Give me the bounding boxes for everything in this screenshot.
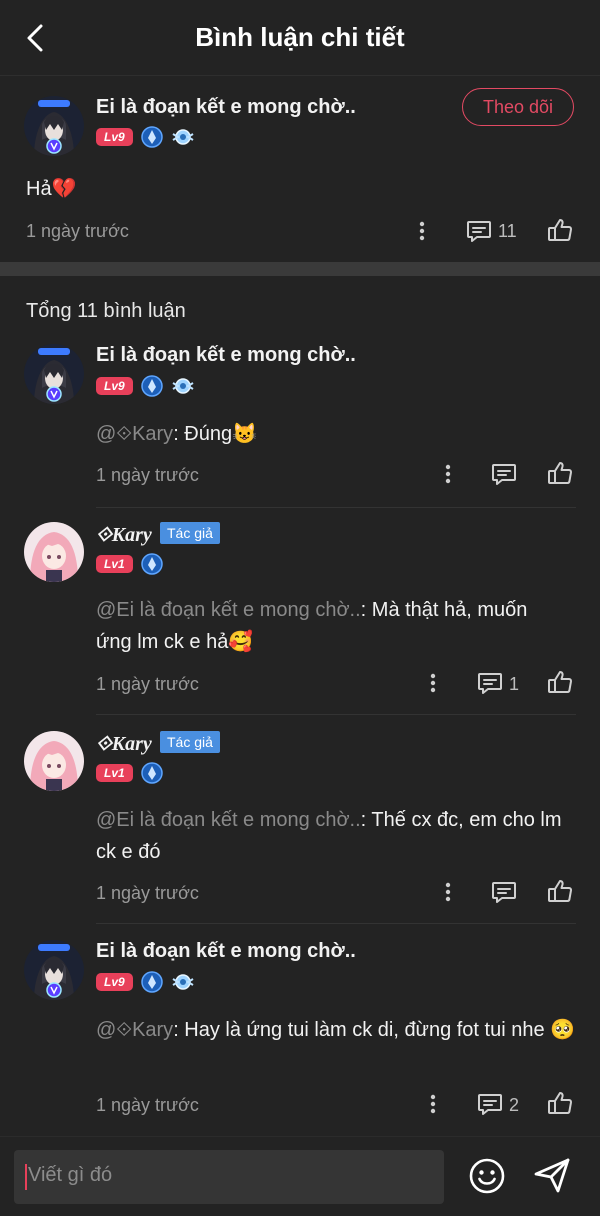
- text-cursor: [25, 1164, 27, 1190]
- reply-item: Ei là đoạn kết e mong chờ.. Lv9 @⟐Kary: …: [0, 926, 600, 1132]
- reply-text: @Ei là đoạn kết e mong chờ..: Thế cx đc,…: [96, 804, 566, 868]
- reply-count: 1: [509, 674, 520, 694]
- more-icon[interactable]: [410, 218, 434, 244]
- wing-medal-icon: [171, 375, 195, 397]
- author-tag: Tác giả: [160, 731, 220, 753]
- username[interactable]: Ei là đoạn kết e mong chờ..: [96, 96, 356, 119]
- badge-row: Lv9: [96, 126, 195, 148]
- more-icon[interactable]: [421, 670, 445, 696]
- reply-text: @Ei là đoạn kết e mong chờ..: Mà thật hả…: [96, 594, 566, 658]
- timestamp: 1 ngày trước: [96, 465, 199, 485]
- separator: [96, 714, 576, 715]
- comment-text: Hả💔: [26, 178, 77, 200]
- avatar[interactable]: [24, 522, 84, 582]
- like-icon[interactable]: [546, 459, 574, 487]
- wing-medal-icon: [171, 971, 195, 993]
- comment-icon[interactable]: [476, 1090, 504, 1118]
- reply-body: : Hay là ứng tui làm ck di, đừng fot tui…: [173, 1019, 576, 1041]
- more-icon[interactable]: [436, 879, 460, 905]
- timestamp: 1 ngày trước: [96, 883, 199, 903]
- avatar[interactable]: [24, 96, 84, 156]
- badge-row: Lv9: [96, 971, 195, 993]
- reply-count: 2: [509, 1095, 520, 1115]
- medal-icon: [141, 762, 163, 784]
- wing-medal-icon: [171, 126, 195, 148]
- avatar[interactable]: [24, 344, 84, 404]
- level-badge: Lv1: [96, 555, 133, 573]
- reply-count: 11: [498, 221, 517, 241]
- more-icon[interactable]: [421, 1091, 445, 1117]
- comment-icon[interactable]: [465, 217, 493, 245]
- page-title: Bình luận chi tiết: [195, 22, 405, 52]
- reply-text: @⟐Kary: Hay là ứng tui làm ck di, đừng f…: [96, 1014, 576, 1046]
- username[interactable]: Ei là đoạn kết e mong chờ..: [96, 344, 356, 367]
- mention[interactable]: @⟐Kary: [96, 423, 173, 445]
- reply-body: : Đúng😺: [173, 423, 258, 445]
- avatar[interactable]: [24, 940, 84, 1000]
- like-icon[interactable]: [546, 877, 574, 905]
- medal-icon: [141, 375, 163, 397]
- send-icon[interactable]: [532, 1155, 572, 1195]
- mention[interactable]: @Ei là đoạn kết e mong chờ..: [96, 599, 361, 621]
- emoji-icon[interactable]: [468, 1157, 506, 1195]
- username[interactable]: ⟐Kary: [96, 524, 152, 547]
- level-badge: Lv1: [96, 764, 133, 782]
- medal-icon: [141, 971, 163, 993]
- medal-icon: [141, 553, 163, 575]
- mention[interactable]: @⟐Kary: [96, 1019, 173, 1041]
- avatar[interactable]: [24, 731, 84, 791]
- level-badge: Lv9: [96, 128, 133, 146]
- like-icon[interactable]: [546, 1089, 574, 1117]
- timestamp: 1 ngày trước: [26, 221, 129, 241]
- back-button[interactable]: [18, 20, 54, 56]
- input-placeholder: Viết gì đó: [28, 1164, 113, 1186]
- like-icon[interactable]: [546, 216, 574, 244]
- level-badge: Lv9: [96, 973, 133, 991]
- timestamp: 1 ngày trước: [96, 1095, 199, 1115]
- medal-icon: [141, 126, 163, 148]
- timestamp: 1 ngày trước: [96, 674, 199, 694]
- comment-input[interactable]: Viết gì đó: [14, 1150, 444, 1204]
- more-icon[interactable]: [436, 461, 460, 487]
- comment-icon[interactable]: [476, 669, 504, 697]
- total-comments-label: Tổng 11 bình luận: [26, 300, 186, 322]
- comment-icon[interactable]: [490, 878, 518, 906]
- mention[interactable]: @Ei là đoạn kết e mong chờ..: [96, 809, 361, 831]
- header: Bình luận chi tiết: [0, 0, 600, 76]
- follow-button[interactable]: Theo dõi: [462, 88, 574, 126]
- comment-input-bar: Viết gì đó: [0, 1136, 600, 1216]
- badge-row: Lv1: [96, 553, 163, 575]
- reply-text: @⟐Kary: Đúng😺: [96, 418, 566, 450]
- username[interactable]: ⟐Kary: [96, 733, 152, 756]
- level-badge: Lv9: [96, 377, 133, 395]
- chevron-left-icon: [27, 24, 43, 52]
- reply-item: Ei là đoạn kết e mong chờ.. Lv9 @⟐Kary: …: [0, 340, 600, 508]
- badge-row: Lv1: [96, 762, 163, 784]
- reply-item: ⟐Kary Tác giả Lv1 @Ei là đoạn kết e mong…: [0, 717, 600, 927]
- username[interactable]: Ei là đoạn kết e mong chờ..: [96, 940, 356, 963]
- section-divider: [0, 262, 600, 276]
- badge-row: Lv9: [96, 375, 195, 397]
- comment-icon[interactable]: [490, 460, 518, 488]
- reply-item: ⟐Kary Tác giả Lv1 @Ei là đoạn kết e mong…: [0, 508, 600, 718]
- separator: [96, 923, 576, 924]
- author-tag: Tác giả: [160, 522, 220, 544]
- main-comment: Ei là đoạn kết e mong chờ.. Lv9 Theo dõi…: [0, 76, 600, 262]
- like-icon[interactable]: [546, 668, 574, 696]
